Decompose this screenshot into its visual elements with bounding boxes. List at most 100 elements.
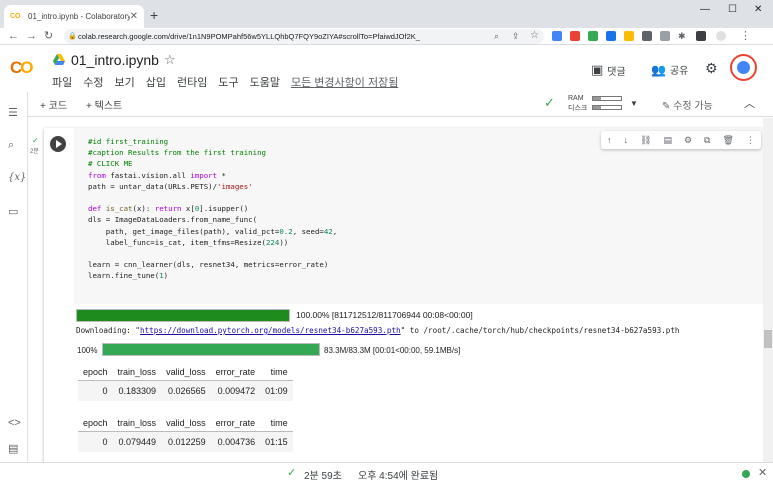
col-train-loss: train_loss xyxy=(112,364,162,381)
notebook-area: ✓ 2분 #id first_training #caption Results… xyxy=(28,118,763,462)
extension-icon[interactable] xyxy=(606,31,616,41)
zoom-icon[interactable]: ⌕ xyxy=(494,29,499,43)
resource-monitor[interactable]: RAM 디스크 xyxy=(568,94,587,114)
col-valid-loss: valid_loss xyxy=(161,415,211,432)
cell-gutter xyxy=(44,128,72,304)
google-drive-icon xyxy=(53,54,65,65)
share-page-icon[interactable]: ⇪ xyxy=(512,29,520,43)
download-message: Downloading: "https://download.pytorch.o… xyxy=(76,326,680,335)
exec-time: 2분 xyxy=(30,149,39,155)
results-table-2: epoch train_loss valid_loss error_rate t… xyxy=(78,415,293,452)
runtime-status-dot[interactable] xyxy=(742,470,750,478)
move-down-icon[interactable]: ↓ xyxy=(624,135,629,145)
add-text-button[interactable]: + 텍스트 xyxy=(86,97,122,112)
table-row: 0 0.183309 0.026565 0.009472 01:09 xyxy=(78,380,293,401)
colab-favicon-icon: CO xyxy=(10,12,21,20)
people-icon: 👥 xyxy=(651,62,666,77)
menu-edit[interactable]: 수정 xyxy=(83,74,103,90)
model-progress-text: 83.3M/83.3M [00:01<00:00, 59.1MB/s] xyxy=(324,346,461,355)
run-cell-button[interactable] xyxy=(50,136,66,152)
more-vert-icon[interactable]: ⋮ xyxy=(746,135,755,146)
scrollbar-thumb[interactable] xyxy=(764,330,772,348)
extension-icon[interactable] xyxy=(570,31,580,41)
code-cell[interactable]: ✓ 2분 #id first_training #caption Results… xyxy=(30,128,763,462)
chevron-down-icon[interactable]: ▼ xyxy=(630,99,638,108)
table-row: 0 0.079449 0.012259 0.004736 01:15 xyxy=(78,431,293,452)
tab-title: 01_intro.ipynb - Colaboratory xyxy=(28,12,130,21)
url-text: colab.research.google.com/drive/1n1N9POM… xyxy=(78,32,420,41)
extension-icon[interactable] xyxy=(624,31,634,41)
menu-tools[interactable]: 도구 xyxy=(218,74,238,90)
extensions-puzzle-icon[interactable]: ✱ xyxy=(678,29,686,43)
code-snippets-icon[interactable]: <> xyxy=(8,417,21,429)
menu-runtime[interactable]: 런타임 xyxy=(177,74,207,90)
browser-tab[interactable]: CO 01_intro.ipynb - Colaboratory ✕ xyxy=(4,5,144,28)
window-close-button[interactable]: ✕ xyxy=(754,4,762,15)
avatar[interactable] xyxy=(730,54,757,81)
colab-header: CO 01_intro.ipynb ☆ 파일 수정 보기 삽입 런타임 도구 도… xyxy=(0,46,773,92)
ram-bar xyxy=(592,96,622,101)
saved-status[interactable]: 모든 변경사항이 저장됨 xyxy=(291,74,398,90)
gear-icon[interactable]: ⚙ xyxy=(705,60,718,77)
profile-icon[interactable] xyxy=(716,31,726,41)
comment-icon[interactable]: ▤ xyxy=(663,135,672,146)
terminal-icon[interactable]: ▤ xyxy=(8,442,18,455)
tab-close-icon[interactable]: ✕ xyxy=(130,11,138,22)
notebook-title[interactable]: 01_intro.ipynb xyxy=(71,52,159,68)
menu-insert[interactable]: 삽입 xyxy=(146,74,166,90)
browser-tab-strip: CO 01_intro.ipynb - Colaboratory ✕ + — ☐… xyxy=(0,0,773,28)
download-link[interactable]: https://download.pytorch.org/models/resn… xyxy=(140,326,401,335)
chrome-menu-icon[interactable]: ⋮ xyxy=(740,29,751,43)
notebook-scrollbar[interactable] xyxy=(763,118,773,462)
menu-help[interactable]: 도움말 xyxy=(250,74,280,90)
col-epoch: epoch xyxy=(78,364,113,381)
completed-time: 오후 4:54에 완료됨 xyxy=(358,471,439,482)
variables-icon[interactable]: {x} xyxy=(8,172,26,183)
table-of-contents-icon[interactable]: ☰ xyxy=(8,106,18,119)
reload-icon[interactable]: ↻ xyxy=(44,29,53,43)
window-maximize-button[interactable]: ☐ xyxy=(728,4,737,15)
reading-list-icon[interactable] xyxy=(696,31,706,41)
cell-output: 100.00% [811712512/811706944 00:08<00:00… xyxy=(74,306,763,462)
extension-icon[interactable] xyxy=(660,31,670,41)
delete-icon[interactable]: 🗑 xyxy=(722,135,733,146)
window-minimize-button[interactable]: — xyxy=(700,4,710,15)
extension-icon[interactable] xyxy=(552,31,562,41)
main-menu: 파일 수정 보기 삽입 런타임 도구 도움말 모든 변경사항이 저장됨 xyxy=(52,74,398,90)
ram-label: RAM xyxy=(568,95,584,102)
col-error-rate: error_rate xyxy=(210,415,261,432)
bookmark-star-icon[interactable]: ☆ xyxy=(530,29,539,43)
star-icon[interactable]: ☆ xyxy=(164,52,176,68)
move-up-icon[interactable]: ↑ xyxy=(607,135,612,145)
collapse-header-icon[interactable]: ︿ xyxy=(744,95,755,111)
search-icon[interactable]: ⌕ xyxy=(8,139,14,152)
back-arrow-icon[interactable]: ← xyxy=(8,29,19,43)
col-time: time xyxy=(260,364,293,381)
edit-mode-button[interactable]: ✎ 수정 가능 xyxy=(662,97,713,112)
exec-success-icon: ✓ xyxy=(32,136,39,145)
address-bar[interactable]: 🔒 colab.research.google.com/drive/1n1N9P… xyxy=(64,29,544,44)
mirror-cell-icon[interactable]: ⧉ xyxy=(704,135,710,146)
new-tab-button[interactable]: + xyxy=(150,7,158,23)
exec-duration: 2분 59초 xyxy=(304,471,342,482)
link-icon[interactable]: ⛓ xyxy=(640,135,651,146)
status-check-icon: ✓ xyxy=(287,467,297,479)
notebook-toolbar: + 코드 + 텍스트 ✓ RAM 디스크 ▼ ✎ 수정 가능 ︿ xyxy=(28,92,773,117)
colab-logo[interactable]: CO xyxy=(10,58,34,78)
forward-arrow-icon[interactable]: → xyxy=(26,29,37,43)
extension-icon[interactable] xyxy=(588,31,598,41)
add-code-button[interactable]: + 코드 xyxy=(40,97,67,112)
menu-view[interactable]: 보기 xyxy=(115,74,135,90)
code-editor[interactable]: #id first_training #caption Results from… xyxy=(74,128,763,304)
gear-icon[interactable]: ⚙ xyxy=(684,135,692,146)
download-progress-bar xyxy=(76,309,290,322)
menu-file[interactable]: 파일 xyxy=(52,74,72,90)
disk-label: 디스크 xyxy=(568,105,588,112)
folder-icon[interactable]: ▭ xyxy=(8,205,18,218)
cell-toolbar: ↑ ↓ ⛓ ▤ ⚙ ⧉ 🗑 ⋮ xyxy=(601,131,761,149)
comment-button[interactable]: ▣ 댓글 xyxy=(591,62,626,78)
close-icon[interactable]: ✕ xyxy=(758,466,767,479)
download-progress-text: 100.00% [811712512/811706944 00:08<00:00… xyxy=(296,310,473,320)
extension-icon[interactable] xyxy=(642,31,652,41)
share-button[interactable]: 👥 공유 xyxy=(651,62,688,78)
